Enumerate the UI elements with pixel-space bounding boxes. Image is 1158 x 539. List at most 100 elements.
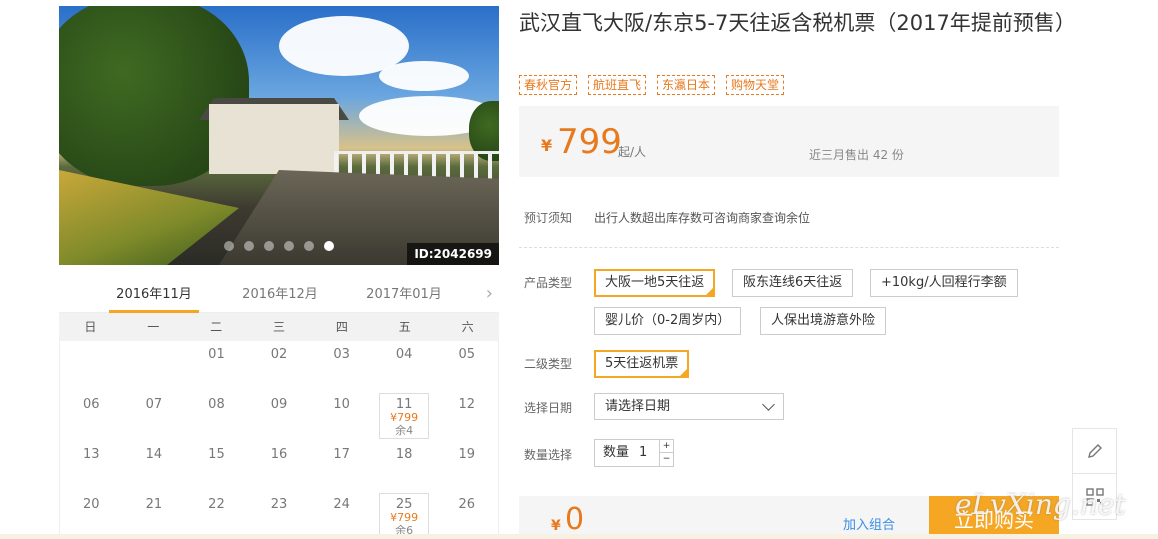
carousel-dot[interactable] [284,241,294,251]
price-amount: 799 [557,122,622,162]
sub-type-label: 二级类型 [524,357,573,371]
tag: 购物天堂 [726,75,785,95]
price-box: ¥ 799 起/人 近三月售出 42 份 [519,106,1059,177]
product-type-option-insurance[interactable]: 人保出境游意外险 [760,307,887,335]
sold-count: 近三月售出 42 份 [809,148,904,162]
bottom-strip [0,534,1158,539]
calendar-day: 03 [310,341,373,391]
day-number: 13 [83,447,100,462]
qr-code-button[interactable] [1073,474,1116,519]
calendar-day: 19 [435,441,498,491]
qr-code-icon [1085,487,1104,506]
calendar-day [123,341,186,391]
calendar-day-available[interactable]: 25 ¥799 余6 [373,491,436,539]
product-type-option-infant[interactable]: 婴儿价（0-2周岁内） [594,307,742,335]
day-number: 07 [145,397,163,412]
check-icon: ✓ [680,362,688,371]
carousel-dot[interactable] [264,241,274,251]
carousel-dot[interactable] [244,241,254,251]
product-photo[interactable]: ID:2042699 [59,6,499,265]
calendar-day: 24 [310,491,373,539]
add-combo-link[interactable]: 加入组合 [843,514,895,533]
day-price: ¥799 [390,411,419,424]
weekday-label: 一 [147,320,160,334]
day-number: 21 [145,497,163,512]
quantity-decrease-button[interactable]: − [660,453,673,466]
day-number: 14 [145,447,163,462]
calendar-day: 06 [60,391,123,441]
quantity-increase-button[interactable]: + [660,440,673,453]
next-month-icon[interactable]: › [486,283,493,304]
day-number: 12 [458,397,476,412]
option-label: 5天往返机票 [605,356,679,371]
quantity-label: 数量选择 [524,448,573,462]
option-label: 大阪一地5天往返 [605,275,705,290]
quantity-stepper: 数量 1 + − [594,439,674,467]
calendar-week-row: 06 07 08 09 10 11 ¥799 余4 12 [60,391,498,441]
day-number: 17 [333,447,350,462]
tab-month-2[interactable]: 2016年12月 [235,285,325,313]
calendar-day: 23 [248,491,311,539]
sub-type-option[interactable]: 5天往返机票 ✓ [594,350,690,378]
calendar-day: 15 [185,441,248,491]
total-amount: 0 [565,502,585,537]
price-unit: 起/人 [618,145,647,159]
calendar-week-row: 01 02 03 04 05 [60,341,498,391]
calendar-day-available[interactable]: 11 ¥799 余4 [373,391,436,441]
quantity-value[interactable]: 1 [639,440,647,466]
weekday-label: 日 [84,320,97,334]
product-type-option-kanto[interactable]: 阪东连线6天往返 [732,269,854,297]
tag: 航班直飞 [588,75,647,95]
tab-month-3[interactable]: 2017年01月 [359,285,449,313]
calendar-day: 16 [248,441,311,491]
calendar-day: 12 [435,391,498,441]
product-type-option-baggage[interactable]: +10kg/人回程行李额 [870,269,1018,297]
weekday-label: 五 [398,320,411,334]
product-type-option-osaka[interactable]: 大阪一地5天往返 ✓ [594,269,716,297]
calendar-day [60,341,123,391]
chevron-down-icon [762,398,775,411]
weekday-label: 二 [210,320,223,334]
day-number: 06 [83,397,100,412]
calendar-day: 26 [435,491,498,539]
calendar-day: 21 [123,491,186,539]
day-price: ¥799 [390,511,419,524]
buy-now-button[interactable]: 立即购买 [929,496,1059,539]
date-label: 选择日期 [524,401,573,415]
carousel-dot[interactable] [324,241,334,251]
product-type-label: 产品类型 [524,276,573,290]
notice-label: 预订须知 [524,211,573,225]
total-currency: ¥ [551,518,561,534]
quantity-prefix: 数量 [603,445,630,460]
edit-button[interactable] [1073,429,1116,474]
tab-month-1[interactable]: 2016年11月 [109,285,199,313]
pencil-icon [1087,444,1102,458]
side-tools [1072,428,1117,520]
day-number: 18 [395,447,413,462]
day-number: 01 [208,347,225,362]
calendar-month-tabs: 2016年11月 2016年12月 2017年01月 › [59,281,499,313]
calendar-day: 05 [435,341,498,391]
calendar-day: 09 [248,391,311,441]
day-number: 16 [270,447,288,462]
calendar-day: 17 [310,441,373,491]
carousel-dot[interactable] [304,241,314,251]
carousel-dot[interactable] [224,241,234,251]
day-number: 22 [208,497,225,512]
calendar-day: 04 [373,341,436,391]
day-number: 23 [270,497,288,512]
date-select[interactable]: 请选择日期 [594,393,784,420]
calendar-day: 08 [185,391,248,441]
day-number: 10 [333,397,350,412]
day-remaining: 余4 [395,424,414,437]
day-number: 08 [208,397,225,412]
day-number: 26 [458,497,476,512]
day-number: 11 [395,397,413,412]
calendar-day: 13 [60,441,123,491]
calendar-day: 22 [185,491,248,539]
product-page: ID:2042699 2016年11月 2016年12月 2017年01月 › … [0,0,1158,539]
calendar-day: 14 [123,441,186,491]
price-currency: ¥ [541,136,553,155]
day-number: 05 [458,347,476,362]
day-number: 09 [270,397,288,412]
